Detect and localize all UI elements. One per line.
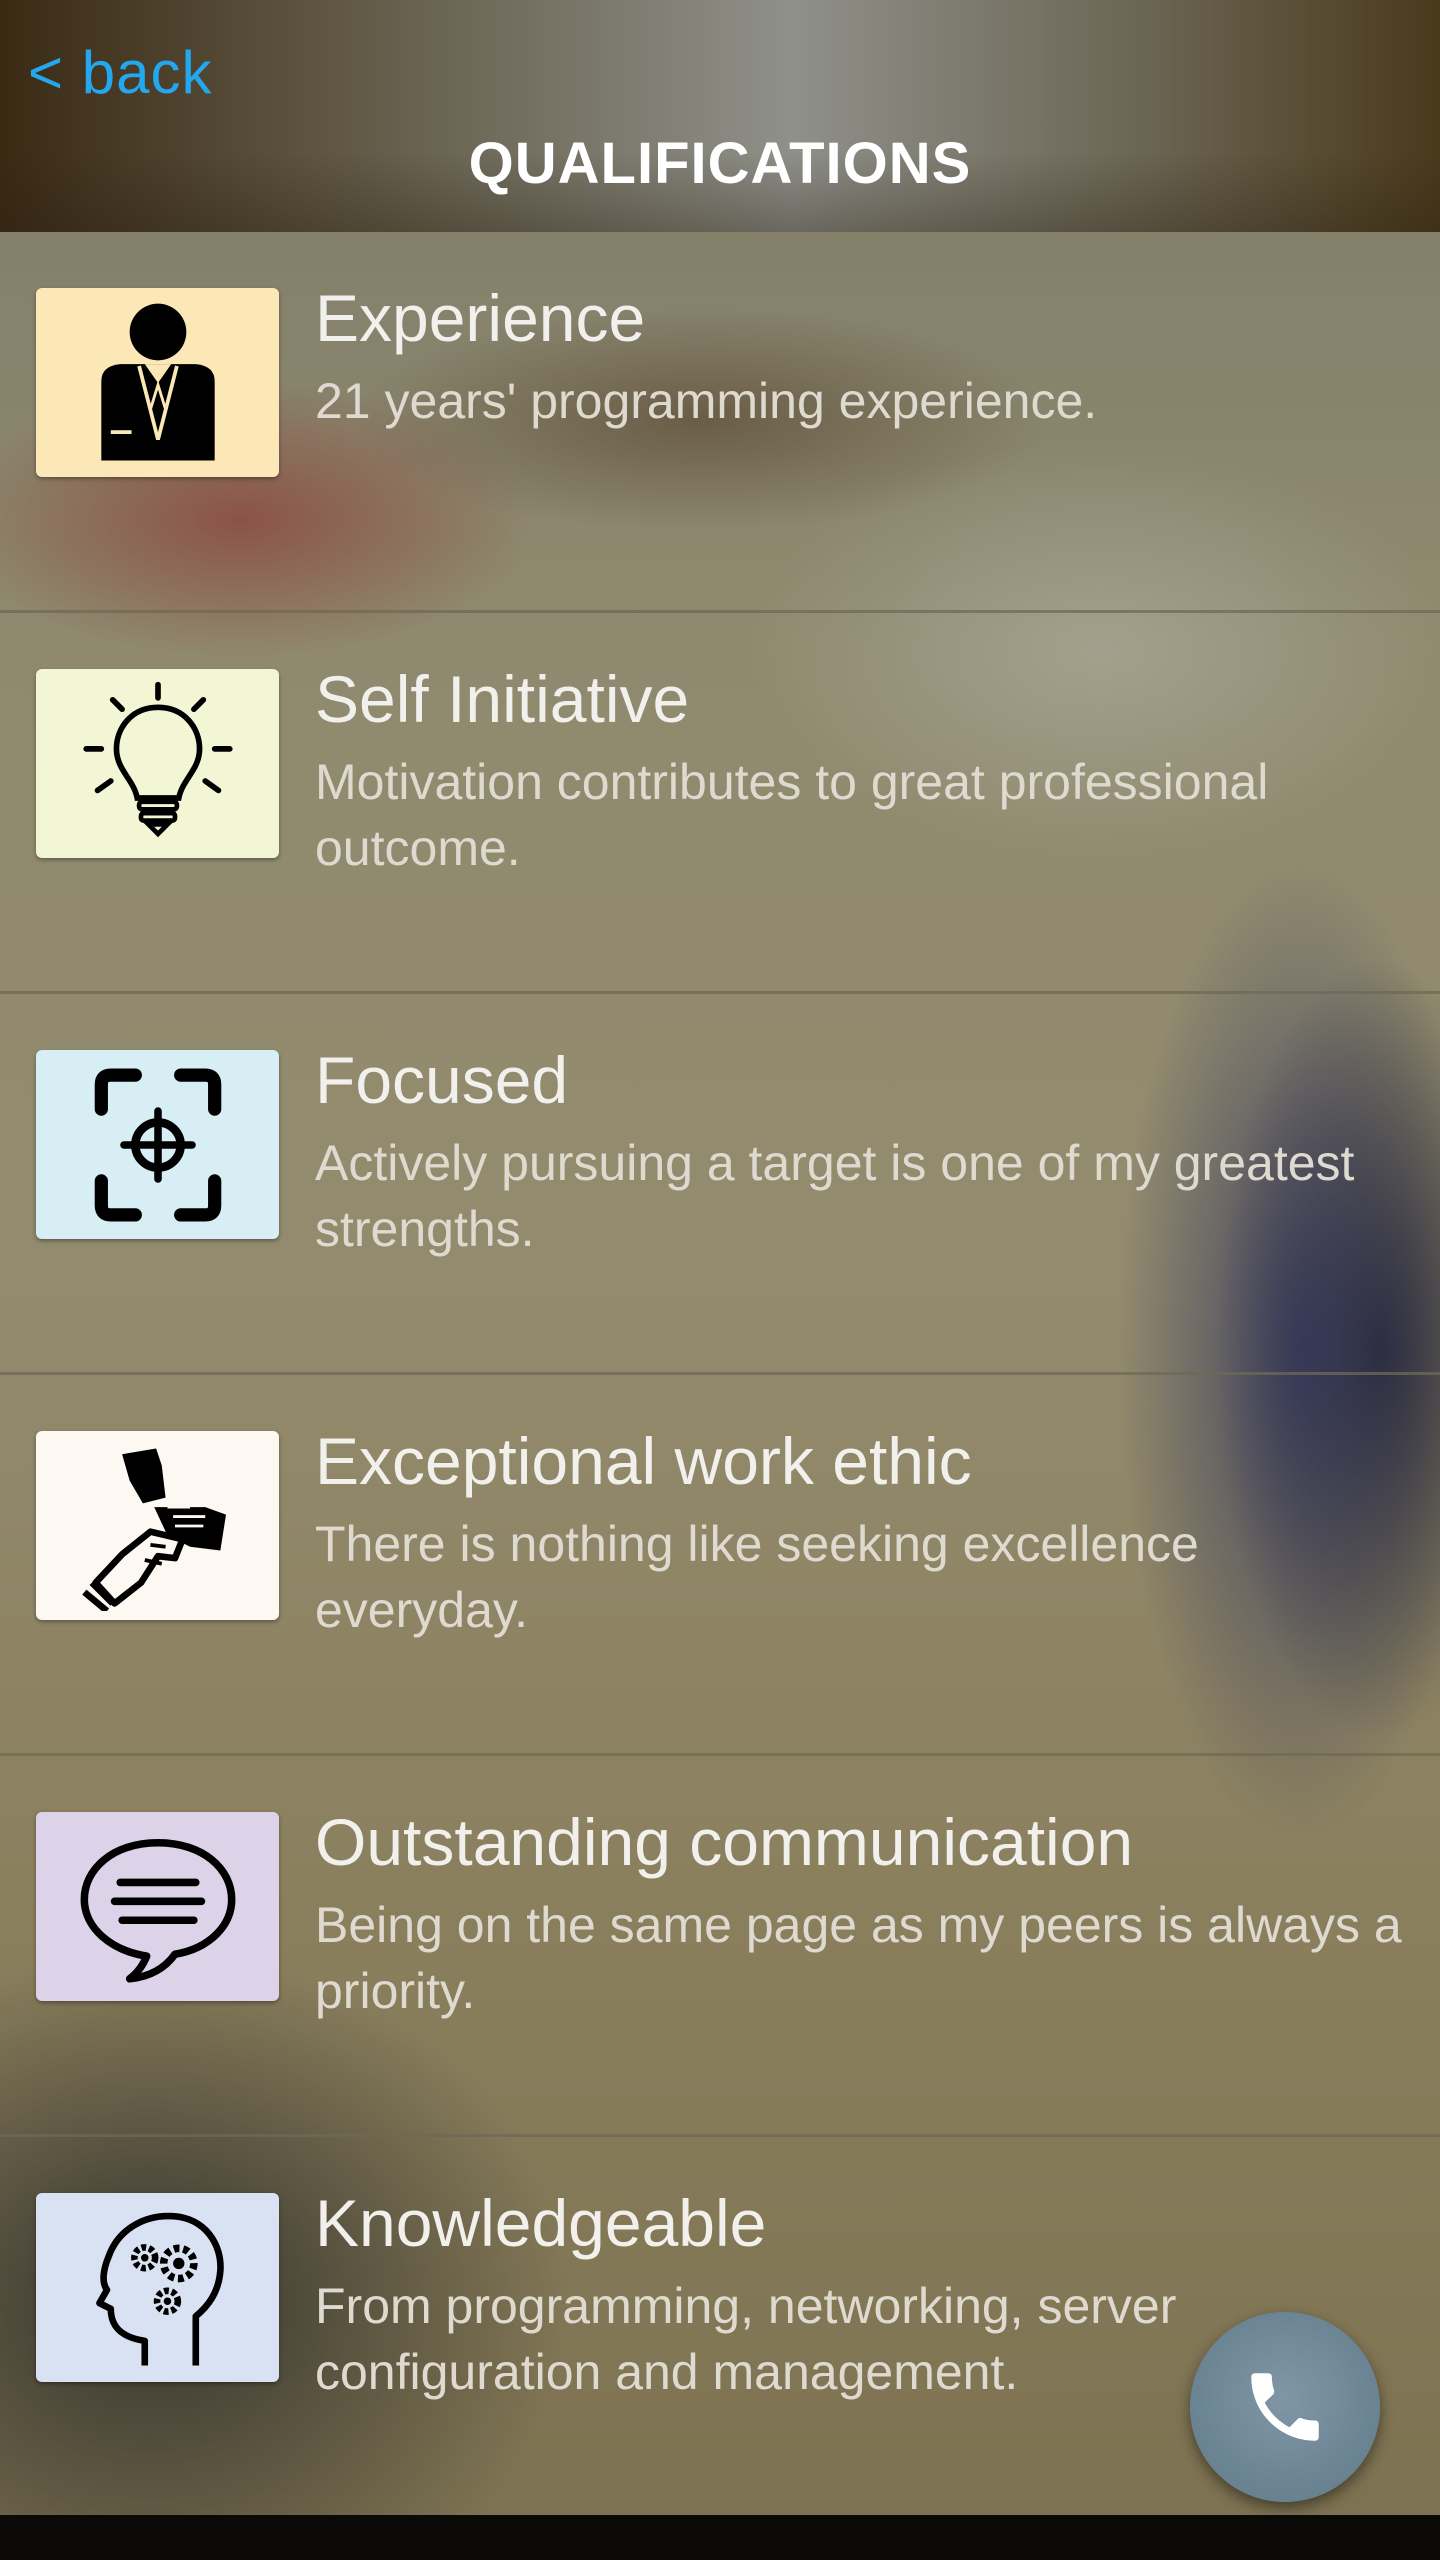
item-description: Actively pursuing a target is one of my … bbox=[315, 1135, 1355, 1257]
phone-icon bbox=[1251, 2373, 1319, 2441]
item-title: Knowledgeable bbox=[315, 2186, 767, 2260]
item-title: Experience bbox=[315, 281, 646, 355]
item-description: Motivation contributes to great professi… bbox=[315, 754, 1269, 876]
list-item-communication[interactable]: Outstanding communication Being on the s… bbox=[0, 1756, 1440, 2137]
teamwork-hands-icon bbox=[36, 1431, 279, 1620]
list-item-self-initiative[interactable]: Self Initiative Motivation contributes t… bbox=[0, 613, 1440, 994]
bottom-bar bbox=[0, 2515, 1440, 2560]
head-gears-icon bbox=[36, 2193, 279, 2382]
back-link[interactable]: < back bbox=[28, 38, 212, 107]
lightbulb-icon bbox=[36, 669, 279, 858]
item-description: There is nothing like seeking excellence… bbox=[315, 1516, 1199, 1638]
page-title: QUALIFICATIONS bbox=[468, 131, 972, 196]
businessman-icon bbox=[36, 288, 279, 477]
list-item-experience[interactable]: Experience 21 years' programming experie… bbox=[0, 232, 1440, 613]
speech-bubble-icon bbox=[36, 1812, 279, 2001]
item-title: Focused bbox=[315, 1043, 569, 1117]
top-header-background bbox=[0, 0, 1440, 232]
list-item-focused[interactable]: Focused Actively pursuing a target is on… bbox=[0, 994, 1440, 1375]
item-description: 21 years' programming experience. bbox=[315, 373, 1098, 429]
qualifications-list: Experience 21 years' programming experie… bbox=[0, 232, 1440, 2518]
item-title: Exceptional work ethic bbox=[315, 1424, 972, 1498]
item-title: Outstanding communication bbox=[315, 1805, 1134, 1879]
list-item-work-ethic[interactable]: Exceptional work ethic There is nothing … bbox=[0, 1375, 1440, 1756]
item-description: Being on the same page as my peers is al… bbox=[315, 1897, 1402, 2019]
call-button[interactable] bbox=[1190, 2312, 1380, 2502]
item-title: Self Initiative bbox=[315, 662, 690, 736]
target-icon bbox=[36, 1050, 279, 1239]
